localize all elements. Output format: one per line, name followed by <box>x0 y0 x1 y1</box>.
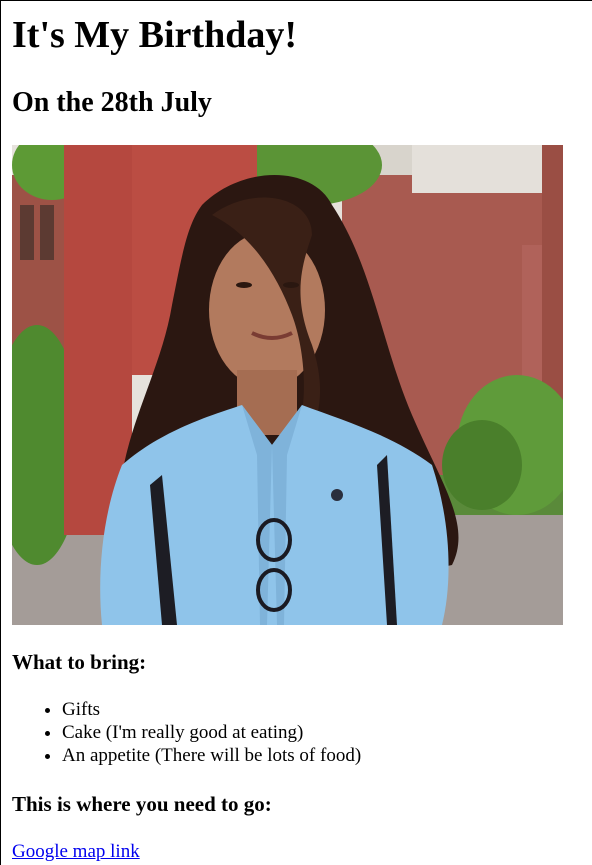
google-map-link[interactable]: Google map link <box>12 840 140 864</box>
event-date: On the 28th July <box>12 87 212 118</box>
list-item: Gifts <box>62 698 361 721</box>
portrait-photo <box>12 145 563 625</box>
list-item: An appetite (There will be lots of food) <box>62 744 361 767</box>
bring-list: Gifts Cake (I'm really good at eating) A… <box>12 698 361 767</box>
page-title: It's My Birthday! <box>12 14 297 56</box>
bring-heading: What to bring: <box>12 650 147 674</box>
list-item: Cake (I'm really good at eating) <box>62 721 361 744</box>
location-heading: This is where you need to go: <box>12 792 272 816</box>
page-body: { "header": { "title": "It's My Birthday… <box>0 0 592 865</box>
